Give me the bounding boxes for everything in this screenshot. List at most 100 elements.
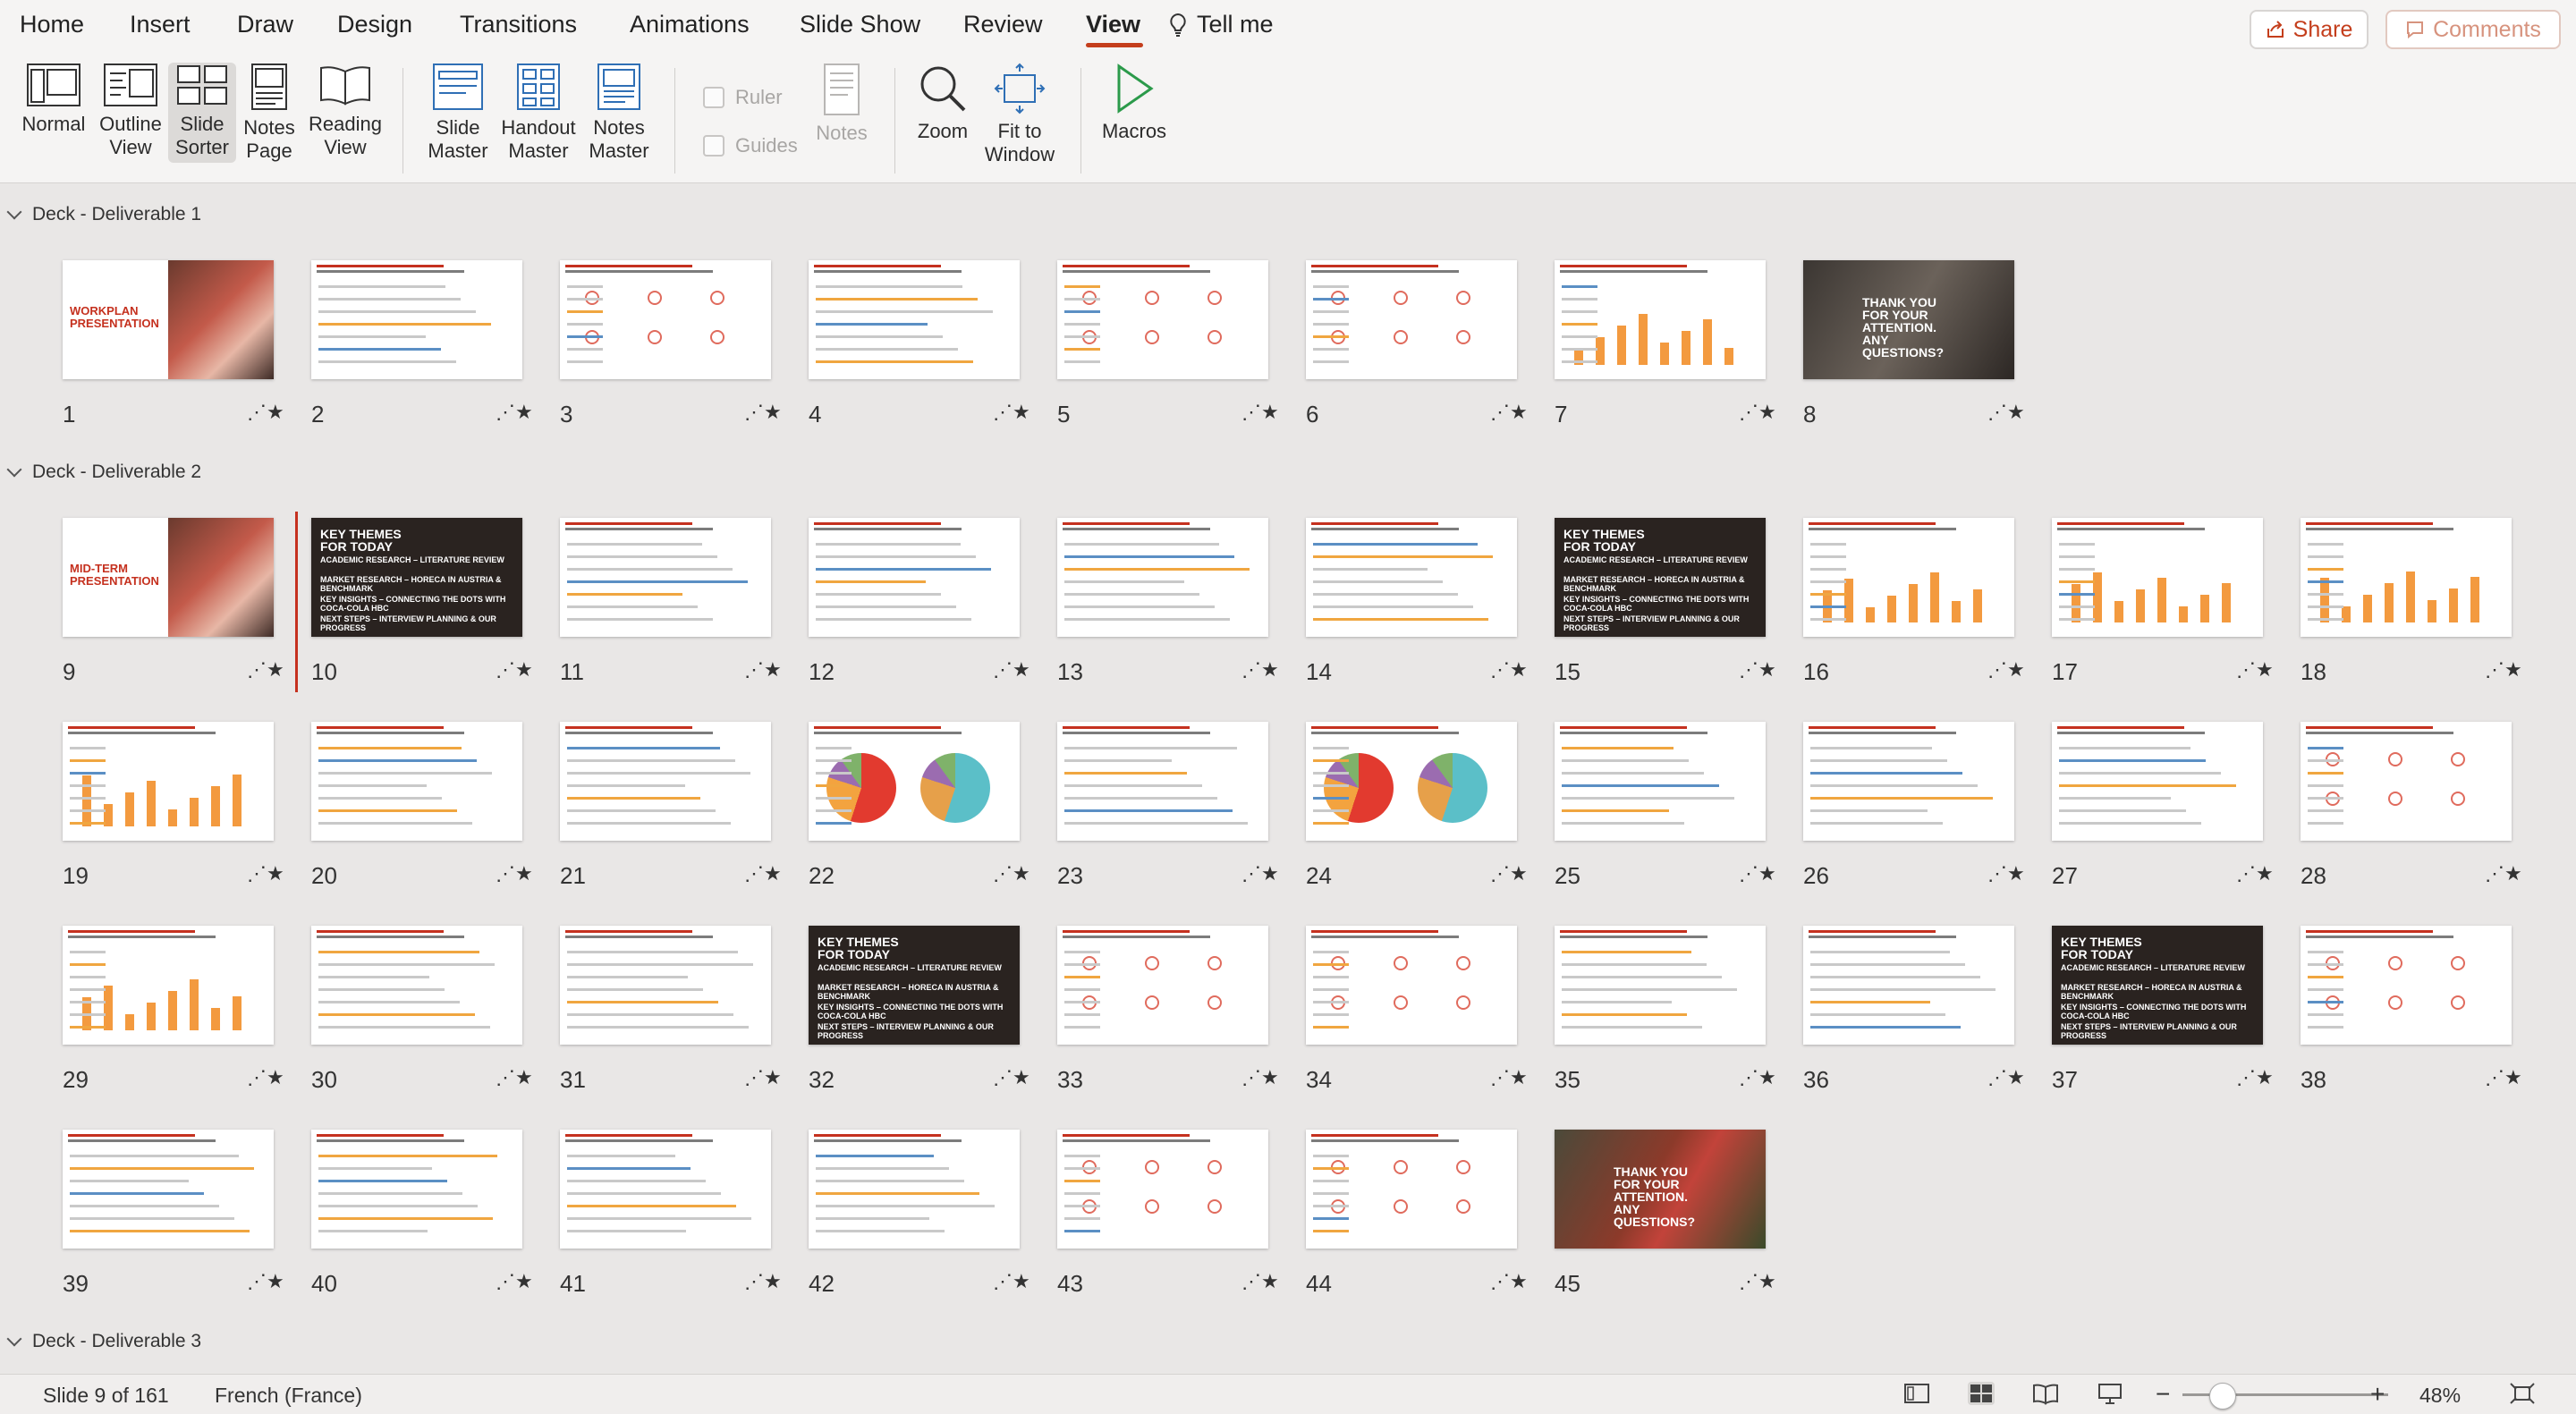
handout-master-button[interactable]: Handout Master	[497, 63, 580, 163]
slide-thumbnail[interactable]	[809, 260, 1020, 379]
tab-home[interactable]: Home	[20, 11, 84, 38]
slide-header-bar	[68, 726, 195, 729]
slide-thumbnail[interactable]: KEY THEMES FOR TODAY ACADEMIC RESEARCH – …	[311, 518, 522, 637]
slide-thumbnail[interactable]	[560, 1130, 771, 1249]
notes-page-button[interactable]: Notes Page	[238, 63, 301, 163]
share-button[interactable]: Share	[2250, 10, 2368, 49]
macros-button[interactable]: Macros	[1097, 63, 1172, 143]
slide-thumbnail[interactable]	[1555, 926, 1766, 1045]
slide-sorter-status-button[interactable]	[1968, 1382, 1995, 1405]
ruler-checkbox[interactable]: Ruler	[703, 86, 783, 109]
tab-slide-show[interactable]: Slide Show	[800, 11, 920, 38]
section-header-deliverable-3[interactable]: Deck - Deliverable 3	[6, 1331, 201, 1352]
slide-thumbnail[interactable]	[63, 1130, 274, 1249]
slide-thumbnail[interactable]: THANK YOU FOR YOUR ATTENTION. ANY QUESTI…	[1803, 260, 2014, 379]
ruler-checkbox-box[interactable]	[703, 87, 724, 108]
slide-thumbnail[interactable]: WORKPLAN PRESENTATION	[63, 260, 274, 379]
tab-draw[interactable]: Draw	[237, 11, 293, 38]
zoom-level[interactable]: 48%	[2419, 1384, 2461, 1408]
notes-master-button[interactable]: Notes Master	[583, 63, 655, 163]
slide-thumbnail[interactable]	[560, 926, 771, 1045]
slide-thumbnail[interactable]	[1057, 722, 1268, 841]
tab-transitions[interactable]: Transitions	[460, 11, 577, 38]
slide-show-status-button[interactable]	[2097, 1382, 2123, 1405]
fit-slide-button[interactable]	[2509, 1382, 2536, 1405]
slide-thumbnail[interactable]	[311, 926, 522, 1045]
slide-thumbnail[interactable]	[2052, 722, 2263, 841]
text-line	[318, 1205, 478, 1207]
thank-you-text: THANK YOU FOR YOUR ATTENTION. ANY QUESTI…	[1614, 1164, 1696, 1229]
slide-number: 4	[809, 401, 822, 428]
slide-thumbnail[interactable]	[311, 722, 522, 841]
zoom-button[interactable]: Zoom	[911, 63, 975, 143]
slide-thumbnail[interactable]	[560, 518, 771, 637]
slide-thumbnail[interactable]	[560, 722, 771, 841]
slide-thumbnail[interactable]	[2052, 518, 2263, 637]
slide-thumbnail[interactable]: THANK YOU FOR YOUR ATTENTION. ANY QUESTI…	[1555, 1130, 1766, 1249]
language-indicator[interactable]: French (France)	[215, 1384, 362, 1408]
comments-button[interactable]: Comments	[2385, 10, 2561, 49]
reading-view-button[interactable]: Reading View	[308, 63, 383, 159]
text-line	[1810, 747, 1932, 749]
diagram-circle	[1145, 956, 1159, 970]
text-line	[1562, 976, 1722, 978]
slide-thumbnail[interactable]	[1057, 926, 1268, 1045]
slide-thumbnail[interactable]	[1555, 722, 1766, 841]
text-line	[1562, 988, 1737, 991]
slide-thumbnail[interactable]	[1057, 1130, 1268, 1249]
text-line	[567, 1230, 686, 1232]
zoom-in-button[interactable]: +	[2370, 1380, 2385, 1409]
slide-thumbnail[interactable]	[1057, 260, 1268, 379]
slide-thumbnail[interactable]	[2301, 518, 2512, 637]
notes-button[interactable]: Notes	[805, 63, 878, 145]
slide-thumbnail[interactable]	[1306, 926, 1517, 1045]
slide-thumbnail[interactable]	[809, 722, 1020, 841]
slide-thumbnail[interactable]	[560, 260, 771, 379]
slide-thumbnail[interactable]	[311, 1130, 522, 1249]
slide-sorter-button[interactable]: Slide Sorter	[168, 63, 236, 163]
tab-view[interactable]: View	[1086, 11, 1140, 38]
tab-insert[interactable]: Insert	[130, 11, 191, 38]
text-line	[816, 1230, 945, 1232]
normal-view-status-button[interactable]	[1903, 1382, 1930, 1405]
text-line	[567, 323, 603, 326]
slide-thumbnail[interactable]	[1803, 518, 2014, 637]
tab-animations[interactable]: Animations	[630, 11, 750, 38]
slide-thumbnail[interactable]	[2301, 722, 2512, 841]
slide-thumbnail[interactable]	[1057, 518, 1268, 637]
slide-thumbnail[interactable]	[1306, 260, 1517, 379]
slide-thumbnail[interactable]	[1803, 926, 2014, 1045]
tab-design[interactable]: Design	[337, 11, 412, 38]
slide-thumbnail[interactable]	[809, 1130, 1020, 1249]
slide-thumbnail[interactable]: KEY THEMES FOR TODAY ACADEMIC RESEARCH – …	[2052, 926, 2263, 1045]
slide-thumbnail[interactable]	[63, 926, 274, 1045]
reading-view-status-button[interactable]	[2032, 1382, 2059, 1405]
slide-thumbnail[interactable]	[1555, 260, 1766, 379]
slide-thumbnail[interactable]	[63, 722, 274, 841]
section-header-deliverable-1[interactable]: Deck - Deliverable 1	[6, 204, 201, 225]
zoom-slider-thumb[interactable]	[2209, 1383, 2236, 1410]
slide-thumbnail[interactable]	[1803, 722, 2014, 841]
slide-master-button[interactable]: Slide Master	[420, 63, 496, 163]
outline-view-button[interactable]: Outline View	[97, 63, 165, 159]
slide-thumbnail[interactable]	[809, 518, 1020, 637]
guides-checkbox-box[interactable]	[703, 135, 724, 157]
slide-thumbnail[interactable]	[311, 260, 522, 379]
fit-to-window-button[interactable]: Fit to Window	[982, 63, 1057, 166]
transition-star-icon: ⋰★	[247, 1270, 284, 1292]
tell-me-search[interactable]: Tell me	[1168, 11, 1274, 38]
slide-thumbnail[interactable]	[1306, 518, 1517, 637]
normal-view-button[interactable]: Normal	[13, 63, 95, 136]
text-line	[567, 988, 703, 991]
slide-thumbnail[interactable]: KEY THEMES FOR TODAY ACADEMIC RESEARCH – …	[1555, 518, 1766, 637]
section-header-deliverable-2[interactable]: Deck - Deliverable 2	[6, 461, 201, 483]
slide-thumbnail[interactable]	[1306, 722, 1517, 841]
slide-thumbnail[interactable]: MID-TERM PRESENTATION	[63, 518, 274, 637]
guides-checkbox[interactable]: Guides	[703, 134, 798, 157]
slide-thumbnail[interactable]	[1306, 1130, 1517, 1249]
slide-thumbnail[interactable]: KEY THEMES FOR TODAY ACADEMIC RESEARCH – …	[809, 926, 1020, 1045]
text-line	[1562, 1026, 1702, 1029]
slide-thumbnail[interactable]	[2301, 926, 2512, 1045]
zoom-out-button[interactable]: −	[2156, 1380, 2170, 1409]
tab-review[interactable]: Review	[963, 11, 1043, 38]
